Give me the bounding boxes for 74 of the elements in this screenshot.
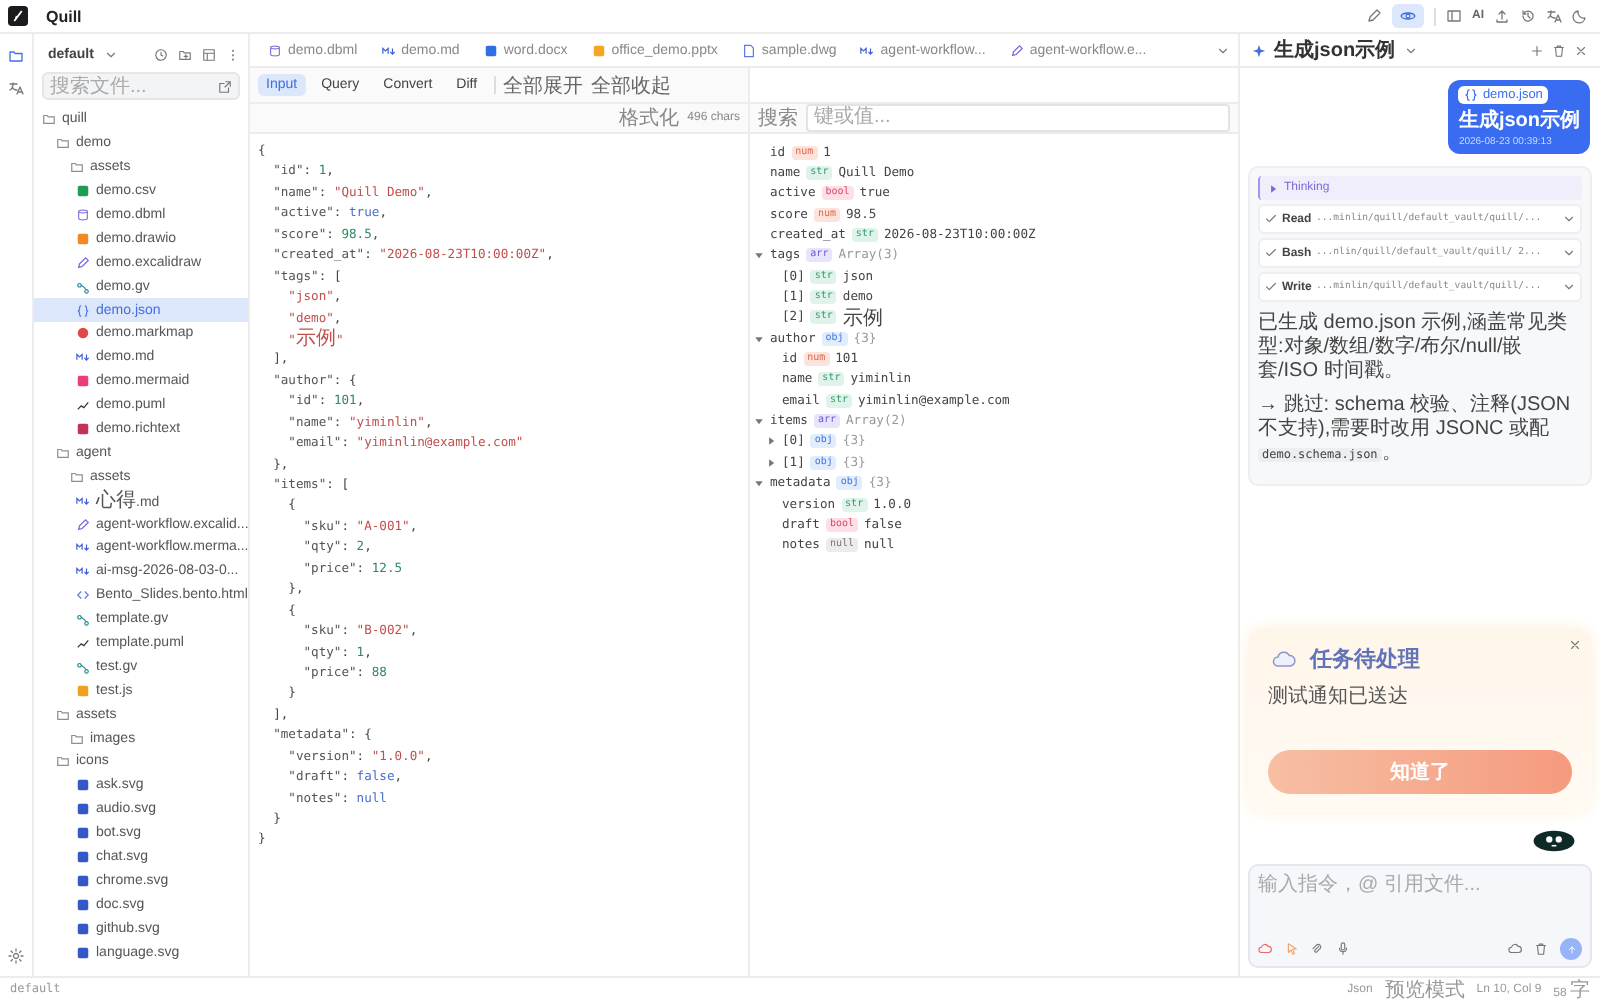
toolbar-button[interactable]: 全部展开 (503, 71, 584, 99)
app-logo-icon (8, 6, 28, 26)
toolbar-button[interactable]: 全部收起 (591, 71, 672, 99)
message-text: 生成json示例 (1458, 107, 1580, 134)
graph-icon (76, 612, 90, 627)
paperclip-icon[interactable] (1310, 942, 1324, 956)
pencil-icon (76, 517, 90, 532)
more-icon[interactable] (226, 48, 240, 62)
caret-down-icon[interactable] (1562, 246, 1576, 260)
preview-toggle[interactable] (1392, 4, 1424, 28)
plus-icon[interactable] (1530, 43, 1544, 57)
app-title: Quill (46, 7, 82, 25)
chevron-down-icon[interactable] (1216, 43, 1230, 57)
mascot-icon[interactable] (1532, 830, 1576, 852)
search-label: 搜索 (758, 105, 798, 132)
graph-icon (76, 279, 90, 294)
node-value: 示例 (842, 305, 883, 332)
trash-icon[interactable] (1534, 942, 1548, 956)
translate-icon[interactable] (1546, 8, 1562, 24)
new-folder-icon[interactable] (178, 48, 192, 62)
chat-input-field[interactable]: 输入指令，@ 引用文件... (1258, 872, 1582, 938)
notification-body: 测试通知已送达 (1268, 683, 1410, 710)
markdown-icon (76, 564, 90, 579)
markdown-icon (76, 493, 90, 508)
caret-down-icon[interactable] (1562, 212, 1576, 226)
trash-icon[interactable] (1552, 43, 1566, 57)
markdown-icon (76, 350, 90, 365)
markdown-icon (860, 43, 875, 57)
caret-down-icon[interactable] (754, 333, 764, 344)
caret-down-icon[interactable] (1403, 43, 1418, 57)
history-icon[interactable] (1520, 8, 1536, 24)
close-icon[interactable] (1574, 43, 1588, 57)
clock-icon[interactable] (154, 48, 168, 62)
sidebar-icon[interactable] (1446, 8, 1462, 24)
layout-icon[interactable] (202, 48, 216, 62)
database-icon (76, 208, 90, 222)
markdown-icon (76, 540, 90, 555)
chart-icon (76, 398, 90, 413)
chat-input-box[interactable]: 输入指令，@ 引用文件... (1248, 864, 1592, 968)
pencil-icon (1009, 43, 1024, 57)
cloud-icon[interactable] (1258, 942, 1272, 956)
markdown-icon (381, 43, 396, 57)
key-search-box[interactable]: 键或值... (806, 104, 1230, 132)
caret-right-icon[interactable] (766, 436, 776, 447)
eye-icon[interactable] (1400, 8, 1416, 24)
caret-down-icon[interactable] (754, 250, 764, 261)
graph-icon (76, 659, 90, 674)
notification-title: 任务待处理 (1310, 645, 1420, 674)
status-item: 预览模式 (1384, 977, 1465, 1000)
braces-icon (1464, 88, 1479, 102)
code-icon (76, 588, 90, 603)
caret-right-icon[interactable] (766, 457, 776, 468)
braces-icon (76, 303, 90, 318)
external-icon[interactable] (218, 79, 232, 93)
sparkle-icon (1252, 43, 1266, 57)
chart-icon (76, 636, 90, 651)
caret-down-icon[interactable] (754, 478, 764, 489)
reply-text: 已生成 demo.json 示例,涵盖常见类型:对象/数组/数字/布尔/null/嵌套/ISO 时间戳。 (1258, 312, 1569, 384)
caret-down-icon[interactable] (1562, 280, 1576, 294)
settings-icon[interactable] (8, 948, 24, 964)
microphone-icon[interactable] (1336, 942, 1350, 956)
database-icon (268, 43, 282, 57)
caret-right-icon[interactable] (1268, 183, 1278, 193)
caret-down-icon[interactable] (103, 48, 118, 62)
cloud-icon (1268, 647, 1300, 671)
upload-icon[interactable] (1494, 8, 1510, 24)
close-icon[interactable] (1568, 638, 1582, 652)
caret-down-icon[interactable] (754, 416, 764, 427)
key-search-field[interactable]: 键或值... (814, 106, 1222, 130)
chat-title[interactable]: 生成json示例 (1274, 36, 1396, 64)
pencil-icon (76, 255, 90, 270)
pencil-icon[interactable] (1366, 8, 1382, 24)
file-icon (741, 43, 756, 57)
moon-icon[interactable] (1572, 8, 1588, 24)
